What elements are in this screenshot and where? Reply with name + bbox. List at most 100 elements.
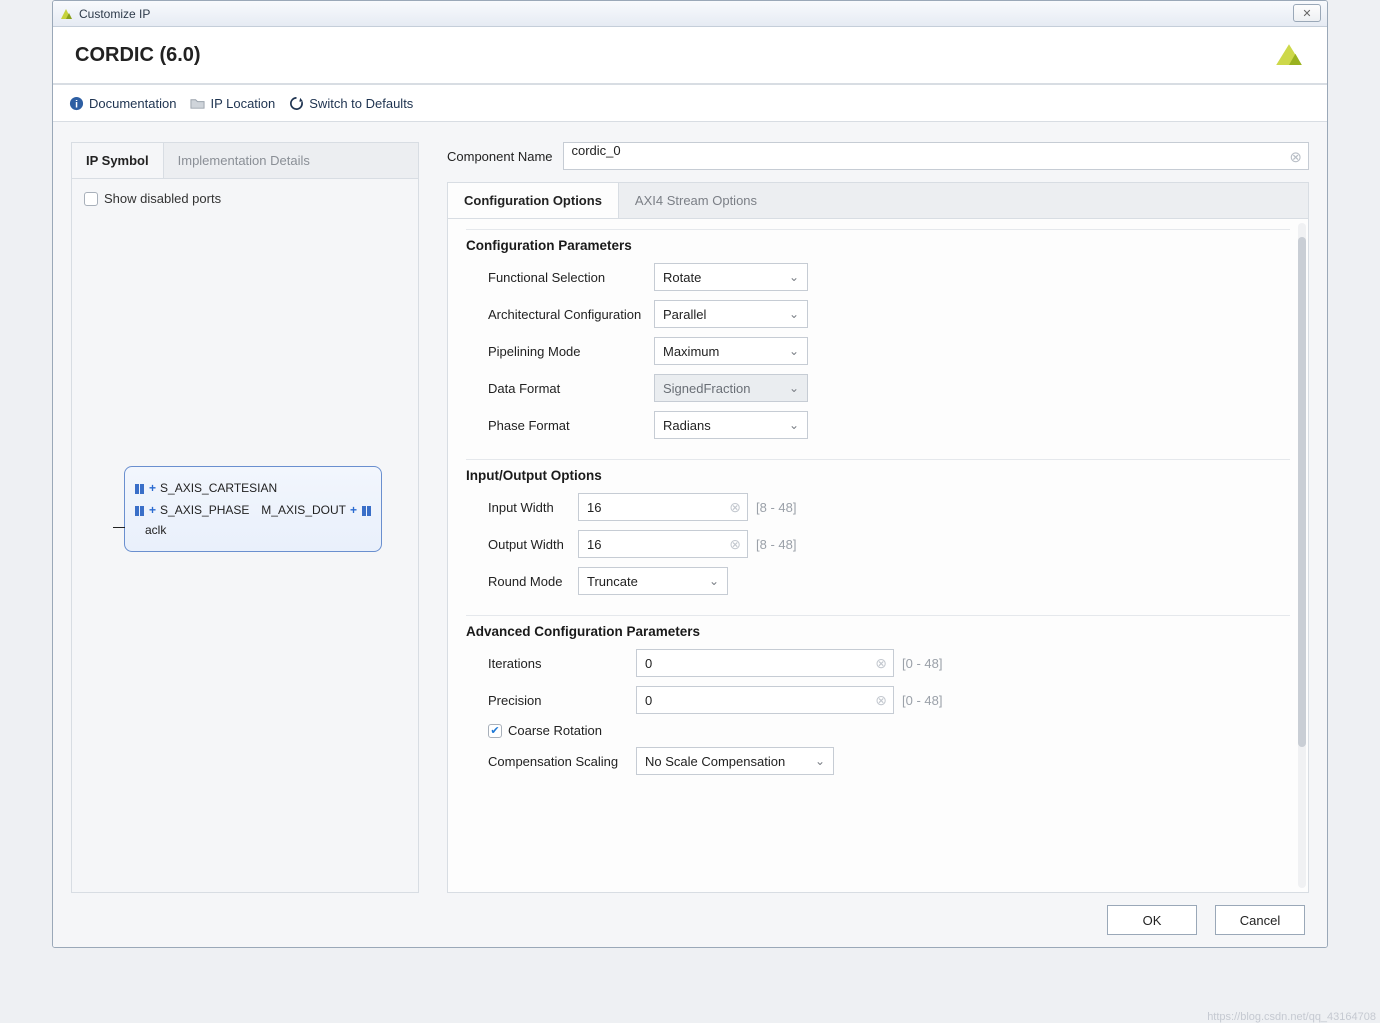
chevron-down-icon: ⌄ — [789, 381, 799, 395]
switch-defaults-label: Switch to Defaults — [309, 96, 413, 111]
port-dout-label: M_AXIS_DOUT — [261, 503, 346, 517]
label-functional-selection: Functional Selection — [488, 270, 654, 285]
clear-icon[interactable]: ⊗ — [875, 655, 887, 672]
chevron-down-icon: ⌄ — [815, 754, 825, 768]
row-phase-format: Phase Format Radians ⌄ — [488, 411, 1290, 439]
section-title-advanced-params: Advanced Configuration Parameters — [466, 624, 1290, 639]
input-value: 0 — [645, 693, 652, 708]
component-name-row: Component Name cordic_0 ⊗ — [447, 142, 1309, 170]
section-config-params: Configuration Parameters Functional Sele… — [466, 229, 1290, 439]
app-logo-icon — [59, 7, 73, 21]
label-output-width: Output Width — [488, 537, 578, 552]
titlebar: Customize IP ✕ — [53, 1, 1327, 27]
scrollbar-thumb[interactable] — [1298, 237, 1306, 747]
row-architectural-configuration: Architectural Configuration Parallel ⌄ — [488, 300, 1290, 328]
hint-input-width: [8 - 48] — [756, 500, 796, 515]
show-disabled-ports-checkbox[interactable] — [84, 192, 98, 206]
hint-iterations: [0 - 48] — [902, 656, 942, 671]
input-input-width[interactable]: 16 ⊗ — [578, 493, 748, 521]
label-data-format: Data Format — [488, 381, 654, 396]
left-tabbar: IP Symbol Implementation Details — [72, 143, 418, 179]
input-value: 16 — [587, 500, 601, 515]
component-name-input[interactable]: cordic_0 ⊗ — [563, 142, 1310, 170]
ip-symbol-block: + S_AXIS_CARTESIAN + S_AXIS_PHASE aclk M… — [124, 466, 382, 552]
label-precision: Precision — [488, 693, 636, 708]
select-value: SignedFraction — [663, 381, 750, 396]
hint-output-width: [8 - 48] — [756, 537, 796, 552]
vendor-logo-icon — [1273, 41, 1305, 69]
bus-icon — [135, 483, 145, 493]
label-pipelining-mode: Pipelining Mode — [488, 344, 654, 359]
cancel-button[interactable]: Cancel — [1215, 905, 1305, 935]
clear-icon[interactable]: ⊗ — [729, 499, 741, 516]
window-title: Customize IP — [79, 7, 150, 21]
component-name-value: cordic_0 — [572, 143, 621, 158]
documentation-link[interactable]: i Documentation — [69, 96, 176, 111]
config-content: Configuration Parameters Functional Sele… — [448, 219, 1308, 892]
select-pipelining-mode[interactable]: Maximum ⌄ — [654, 337, 808, 365]
bus-icon — [135, 505, 145, 515]
watermark: https://blog.csdn.net/qq_43164708 — [1207, 1011, 1376, 1023]
tab-axi4-stream-options[interactable]: AXI4 Stream Options — [619, 183, 773, 218]
tab-ip-symbol[interactable]: IP Symbol — [72, 143, 164, 178]
select-data-format[interactable]: SignedFraction ⌄ — [654, 374, 808, 402]
documentation-label: Documentation — [89, 96, 176, 111]
chevron-down-icon: ⌄ — [789, 418, 799, 432]
input-output-width[interactable]: 16 ⊗ — [578, 530, 748, 558]
show-disabled-ports-row: Show disabled ports — [84, 191, 406, 206]
label-round-mode: Round Mode — [488, 574, 578, 589]
select-value: No Scale Compensation — [645, 754, 785, 769]
ip-location-link[interactable]: IP Location — [190, 96, 275, 111]
svg-text:i: i — [75, 99, 78, 110]
close-button[interactable]: ✕ — [1293, 4, 1321, 22]
port-aclk-label: aclk — [145, 523, 166, 537]
chevron-down-icon: ⌄ — [709, 574, 719, 588]
input-value: 0 — [645, 656, 652, 671]
bus-icon — [361, 505, 371, 515]
port-s-axis-phase: + S_AXIS_PHASE — [135, 503, 249, 517]
input-iterations[interactable]: 0 ⊗ — [636, 649, 894, 677]
clear-icon[interactable]: ⊗ — [729, 536, 741, 553]
row-iterations: Iterations 0 ⊗ [0 - 48] — [488, 649, 1290, 677]
section-title-config-params: Configuration Parameters — [466, 238, 1290, 253]
select-architectural-configuration[interactable]: Parallel ⌄ — [654, 300, 808, 328]
select-value: Truncate — [587, 574, 638, 589]
header: CORDIC (6.0) — [53, 27, 1327, 84]
cancel-label: Cancel — [1240, 913, 1280, 928]
select-value: Maximum — [663, 344, 719, 359]
chevron-down-icon: ⌄ — [789, 307, 799, 321]
select-value: Rotate — [663, 270, 701, 285]
row-precision: Precision 0 ⊗ [0 - 48] — [488, 686, 1290, 714]
select-phase-format[interactable]: Radians ⌄ — [654, 411, 808, 439]
select-functional-selection[interactable]: Rotate ⌄ — [654, 263, 808, 291]
plus-icon: + — [149, 481, 156, 495]
ok-button[interactable]: OK — [1107, 905, 1197, 935]
input-precision[interactable]: 0 ⊗ — [636, 686, 894, 714]
select-compensation-scaling[interactable]: No Scale Compensation ⌄ — [636, 747, 834, 775]
port-m-axis-dout: M_AXIS_DOUT + — [261, 503, 371, 517]
port-phase-label: S_AXIS_PHASE — [160, 503, 249, 517]
section-advanced-params: Advanced Configuration Parameters Iterat… — [466, 615, 1290, 775]
coarse-rotation-checkbox[interactable]: ✔ — [488, 724, 502, 738]
label-architectural-configuration: Architectural Configuration — [488, 307, 654, 322]
refresh-icon — [289, 96, 304, 111]
clear-icon[interactable]: ⊗ — [875, 692, 887, 709]
left-content: Show disabled ports + S_AXIS_CARTESIAN +… — [72, 179, 418, 892]
tab-configuration-options[interactable]: Configuration Options — [448, 183, 619, 218]
port-aclk: aclk — [145, 523, 166, 537]
tab-implementation-details[interactable]: Implementation Details — [164, 143, 324, 178]
input-value: 16 — [587, 537, 601, 552]
label-compensation-scaling: Compensation Scaling — [488, 754, 636, 769]
close-icon: ✕ — [1302, 7, 1311, 20]
row-input-width: Input Width 16 ⊗ [8 - 48] — [488, 493, 1290, 521]
clear-icon[interactable]: ⊗ — [1289, 148, 1302, 166]
config-tabbar: Configuration Options AXI4 Stream Option… — [448, 183, 1308, 219]
select-round-mode[interactable]: Truncate ⌄ — [578, 567, 728, 595]
show-disabled-ports-label: Show disabled ports — [104, 191, 221, 206]
section-title-io-options: Input/Output Options — [466, 468, 1290, 483]
folder-icon — [190, 96, 205, 111]
row-compensation-scaling: Compensation Scaling No Scale Compensati… — [488, 747, 1290, 775]
row-output-width: Output Width 16 ⊗ [8 - 48] — [488, 530, 1290, 558]
right-panel: Component Name cordic_0 ⊗ Configuration … — [447, 142, 1309, 893]
switch-defaults-link[interactable]: Switch to Defaults — [289, 96, 413, 111]
